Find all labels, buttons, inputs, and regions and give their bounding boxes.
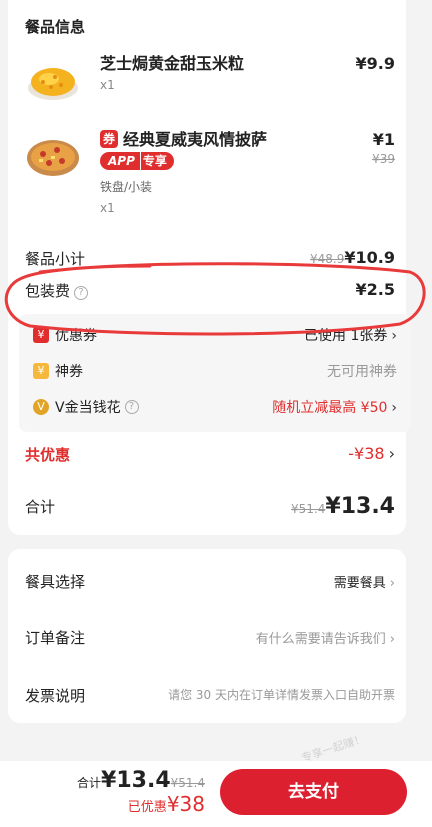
item-qty: x1 bbox=[100, 78, 115, 92]
pay-button[interactable]: 去支付 bbox=[220, 769, 407, 815]
bottom-total-amount: ¥13.4 bbox=[101, 768, 171, 793]
order-item: 芝士焗黄金甜玉米粒 x1 ¥9.9 bbox=[25, 48, 395, 108]
super-coupon-row[interactable]: ¥ 神券 无可用神券 bbox=[33, 358, 397, 382]
total-discount-label: 共优惠 bbox=[25, 446, 71, 464]
subtotal-row: 餐品小计 ¥48.9¥10.9 bbox=[25, 246, 395, 270]
help-icon[interactable]: ? bbox=[124, 400, 139, 414]
chevron-right-icon: › bbox=[388, 444, 395, 463]
help-icon[interactable]: ? bbox=[74, 286, 89, 300]
bottom-total: 合计¥13.4¥51.4 bbox=[77, 768, 205, 793]
subtotal-label: 餐品小计 bbox=[25, 250, 86, 268]
vgold-value: 随机立减最高 ¥50 › bbox=[272, 400, 397, 416]
order-item: 券经典夏威夷风情披萨 APP 专享 铁盘/小装 x1 ¥1 ¥39 bbox=[25, 124, 395, 224]
coupon-value: 已使用 1张券 › bbox=[304, 328, 397, 344]
bottom-total-prefix: 合计 bbox=[77, 776, 102, 790]
discount-box: ¥ 优惠券 已使用 1张券 › ¥ 神券 无可用神券 V V金当钱花? 随机立减最高 ¥… bbox=[19, 314, 411, 432]
total-discount-value: -¥38 › bbox=[348, 444, 395, 463]
order-note-label: 订单备注 bbox=[25, 629, 86, 647]
item-spec: 铁盘/小装 bbox=[100, 180, 153, 194]
bottom-saved: 已优惠¥38 bbox=[128, 792, 205, 816]
subtotal-amount: ¥10.9 bbox=[344, 248, 395, 267]
bottom-saved-prefix: 已优惠 bbox=[127, 800, 167, 815]
packing-fee-value: ¥2.5 bbox=[355, 280, 395, 299]
exclusive-badge-label: 专享 bbox=[139, 152, 174, 170]
utensils-row[interactable]: 餐具选择 需要餐具 › bbox=[25, 569, 395, 593]
coupon-row[interactable]: ¥ 优惠券 已使用 1张券 › bbox=[33, 322, 397, 346]
packing-fee-row: 包装费? ¥2.5 bbox=[25, 278, 395, 302]
order-card: 餐品信息 芝士焗黄金甜玉米粒 x1 ¥9.9 券经典夏威夷风情披萨 APP 专享 bbox=[8, 0, 411, 535]
vgold-row[interactable]: V V金当钱花? 随机立减最高 ¥50 › bbox=[33, 394, 397, 418]
invoice-value: 请您 30 天内在订单详情发票入口自助开票 bbox=[168, 688, 395, 702]
item-qty: x1 bbox=[100, 201, 115, 215]
vgold-icon: V bbox=[33, 399, 49, 415]
chevron-right-icon: › bbox=[391, 400, 397, 416]
bottom-total-orig: ¥51.4 bbox=[170, 776, 205, 790]
utensils-value: 需要餐具 › bbox=[333, 576, 395, 591]
bottom-bar: 合计¥13.4¥51.4 已优惠¥38 去支付 bbox=[0, 761, 432, 827]
coupon-label: 优惠券 bbox=[55, 328, 97, 344]
pizza-image bbox=[27, 140, 79, 176]
total-orig: ¥51.4 bbox=[291, 502, 326, 516]
packing-fee-label: 包装费? bbox=[25, 280, 89, 301]
app-badge-label: APP bbox=[100, 152, 140, 170]
chevron-right-icon: › bbox=[389, 576, 395, 591]
item-price: ¥9.9 bbox=[355, 54, 395, 73]
bottom-saved-amount: ¥38 bbox=[166, 792, 205, 816]
item-name: 芝士焗黄金甜玉米粒 bbox=[100, 54, 245, 73]
chevron-right-icon: › bbox=[389, 632, 395, 647]
subtotal-value: ¥48.9¥10.9 bbox=[310, 248, 395, 267]
invoice-label: 发票说明 bbox=[25, 687, 86, 705]
item-name-text: 经典夏威夷风情披萨 bbox=[123, 130, 268, 149]
item-orig-price: ¥39 bbox=[372, 152, 395, 166]
vgold-label: V金当钱花 bbox=[55, 400, 121, 416]
super-coupon-value: 无可用神券 bbox=[327, 364, 397, 380]
coupon-icon: ¥ bbox=[33, 327, 49, 343]
total-label: 合计 bbox=[25, 498, 56, 516]
invoice-row[interactable]: 发票说明 请您 30 天内在订单详情发票入口自助开票 bbox=[25, 683, 395, 707]
super-coupon-label: 神券 bbox=[55, 364, 83, 380]
item-price: ¥1 bbox=[372, 130, 395, 149]
corn-dish-image bbox=[28, 68, 78, 100]
super-coupon-icon: ¥ bbox=[33, 363, 49, 379]
item-name: 券经典夏威夷风情披萨 bbox=[100, 126, 267, 150]
total-value: ¥51.4¥13.4 bbox=[291, 494, 395, 519]
total-discount-row[interactable]: 共优惠 -¥38 › bbox=[25, 442, 395, 466]
total-amount: ¥13.4 bbox=[325, 494, 395, 519]
order-note-row[interactable]: 订单备注 有什么需要请告诉我们 › bbox=[25, 625, 395, 649]
order-note-value: 有什么需要请告诉我们 › bbox=[255, 632, 395, 647]
app-exclusive-badge: APP 专享 bbox=[100, 152, 174, 170]
total-row: 合计 ¥51.4¥13.4 bbox=[25, 494, 395, 522]
coupon-icon: 券 bbox=[100, 130, 118, 148]
subtotal-orig: ¥48.9 bbox=[310, 252, 345, 266]
utensils-label: 餐具选择 bbox=[25, 573, 86, 591]
extra-card: 餐具选择 需要餐具 › 订单备注 有什么需要请告诉我们 › 发票说明 请您 30 天… bbox=[8, 549, 406, 723]
chevron-right-icon: › bbox=[391, 328, 397, 344]
section-title: 餐品信息 bbox=[25, 18, 86, 36]
